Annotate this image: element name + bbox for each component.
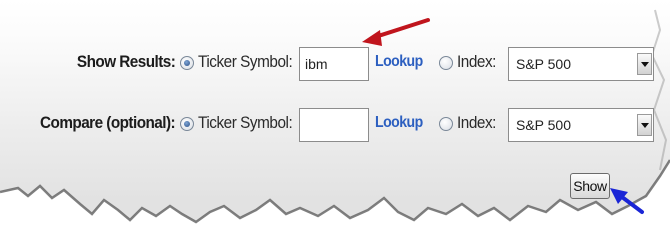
row2-index-radio[interactable] (439, 117, 453, 131)
compare-optional-label: Compare (optional): (39, 113, 176, 132)
chevron-down-icon[interactable] (637, 53, 652, 75)
row2-index-label: Index: (457, 113, 496, 132)
row1-ticker-radio[interactable] (180, 56, 194, 70)
row1-ticker-input[interactable]: ibm (299, 47, 369, 81)
row1-index-radio[interactable] (439, 56, 453, 70)
show-results-label: Show Results: (76, 52, 176, 71)
row2-ticker-input[interactable] (299, 108, 369, 142)
row1-index-label: Index: (457, 52, 496, 71)
chevron-down-icon[interactable] (637, 114, 652, 136)
row1-ticker-label: Ticker Symbol: (198, 52, 293, 71)
show-button[interactable]: Show (570, 173, 610, 199)
row1-index-value: S&P 500 (516, 56, 572, 72)
row2-index-select[interactable]: S&P 500 (508, 108, 654, 142)
row1-lookup-link[interactable]: Lookup (375, 53, 423, 71)
row1-index-select[interactable]: S&P 500 (508, 47, 654, 81)
row2-ticker-radio[interactable] (180, 117, 194, 131)
row2-ticker-label: Ticker Symbol: (198, 113, 293, 132)
row2-index-value: S&P 500 (516, 117, 572, 133)
row2-lookup-link[interactable]: Lookup (375, 114, 423, 132)
